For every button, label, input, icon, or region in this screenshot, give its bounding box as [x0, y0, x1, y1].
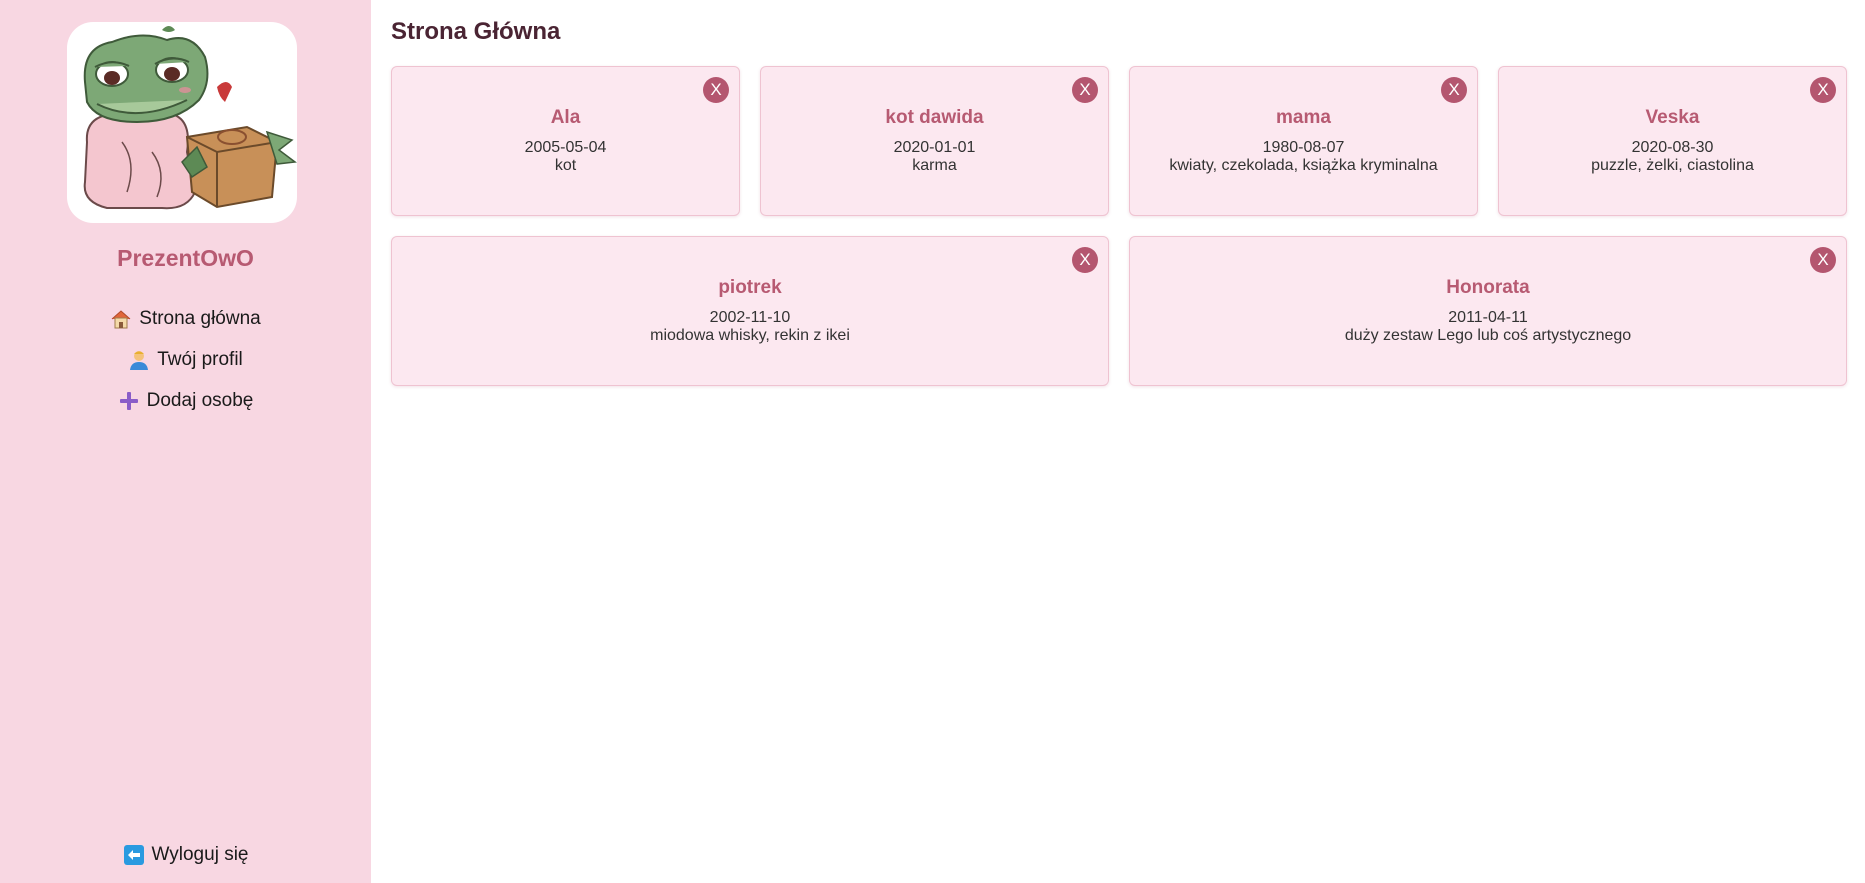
nav-add-label: Dodaj osobę — [146, 390, 254, 411]
nav-profile[interactable]: Twój profil — [0, 349, 371, 371]
delete-card-button[interactable]: X — [1810, 77, 1836, 103]
brand-name: PrezentOwO — [117, 245, 254, 271]
person-gifts: duży zestaw Lego lub coś artystycznego — [1344, 327, 1632, 344]
person-date: 1980-08-07 — [1262, 139, 1345, 156]
frog-mascot-illustration — [83, 26, 297, 210]
person-date: 2020-01-01 — [893, 139, 976, 156]
person-date: 2005-05-04 — [524, 139, 607, 156]
page-title: Strona Główna — [391, 18, 561, 45]
person-card[interactable]: X kot dawida 2020-01-01 karma — [760, 66, 1109, 216]
person-name: Ala — [550, 107, 581, 128]
delete-card-button[interactable]: X — [703, 77, 729, 103]
logout-button[interactable]: Wyloguj się — [0, 844, 371, 866]
person-gifts: kot — [554, 157, 577, 174]
plus-icon — [118, 390, 140, 412]
person-name: Veska — [1645, 107, 1700, 128]
delete-card-button[interactable]: X — [1810, 247, 1836, 273]
nav-profile-label: Twój profil — [157, 349, 243, 370]
person-card[interactable]: X Ala 2005-05-04 kot — [391, 66, 740, 216]
person-gifts: miodowa whisky, rekin z ikei — [650, 327, 850, 344]
delete-card-button[interactable]: X — [1441, 77, 1467, 103]
person-date: 2020-08-30 — [1631, 139, 1714, 156]
person-date: 2002-11-10 — [709, 309, 791, 326]
person-gifts: karma — [912, 157, 957, 174]
person-gifts: puzzle, żelki, ciastolina — [1591, 157, 1754, 174]
person-name: piotrek — [718, 277, 782, 298]
person-card[interactable]: X Honorata 2011-04-11 duży zestaw Lego l… — [1129, 236, 1847, 386]
person-date: 2011-04-11 — [1448, 309, 1528, 326]
person-name: mama — [1276, 107, 1331, 128]
nav-add-person[interactable]: Dodaj osobę — [0, 390, 371, 412]
nav-home[interactable]: Strona główna — [0, 308, 371, 330]
person-icon — [128, 349, 150, 371]
delete-card-button[interactable]: X — [1072, 77, 1098, 103]
person-name: Honorata — [1446, 277, 1530, 298]
person-name: kot dawida — [885, 107, 984, 128]
app-logo — [67, 22, 297, 223]
house-icon — [110, 308, 132, 330]
person-card[interactable]: X Veska 2020-08-30 puzzle, żelki, ciasto… — [1498, 66, 1847, 216]
arrow-left-icon — [123, 844, 145, 866]
person-gifts: kwiaty, czekolada, książka kryminalna — [1169, 157, 1438, 174]
delete-card-button[interactable]: X — [1072, 247, 1098, 273]
sidebar: PrezentOwO Strona główna Twój profil Dod… — [0, 0, 371, 883]
nav-home-label: Strona główna — [139, 308, 261, 329]
person-card[interactable]: X piotrek 2002-11-10 miodowa whisky, rek… — [391, 236, 1109, 386]
person-card[interactable]: X mama 1980-08-07 kwiaty, czekolada, ksi… — [1129, 66, 1478, 216]
main-content: Strona Główna X Ala 2005-05-04 kot X kot… — [371, 0, 1865, 883]
logout-label: Wyloguj się — [151, 844, 249, 865]
